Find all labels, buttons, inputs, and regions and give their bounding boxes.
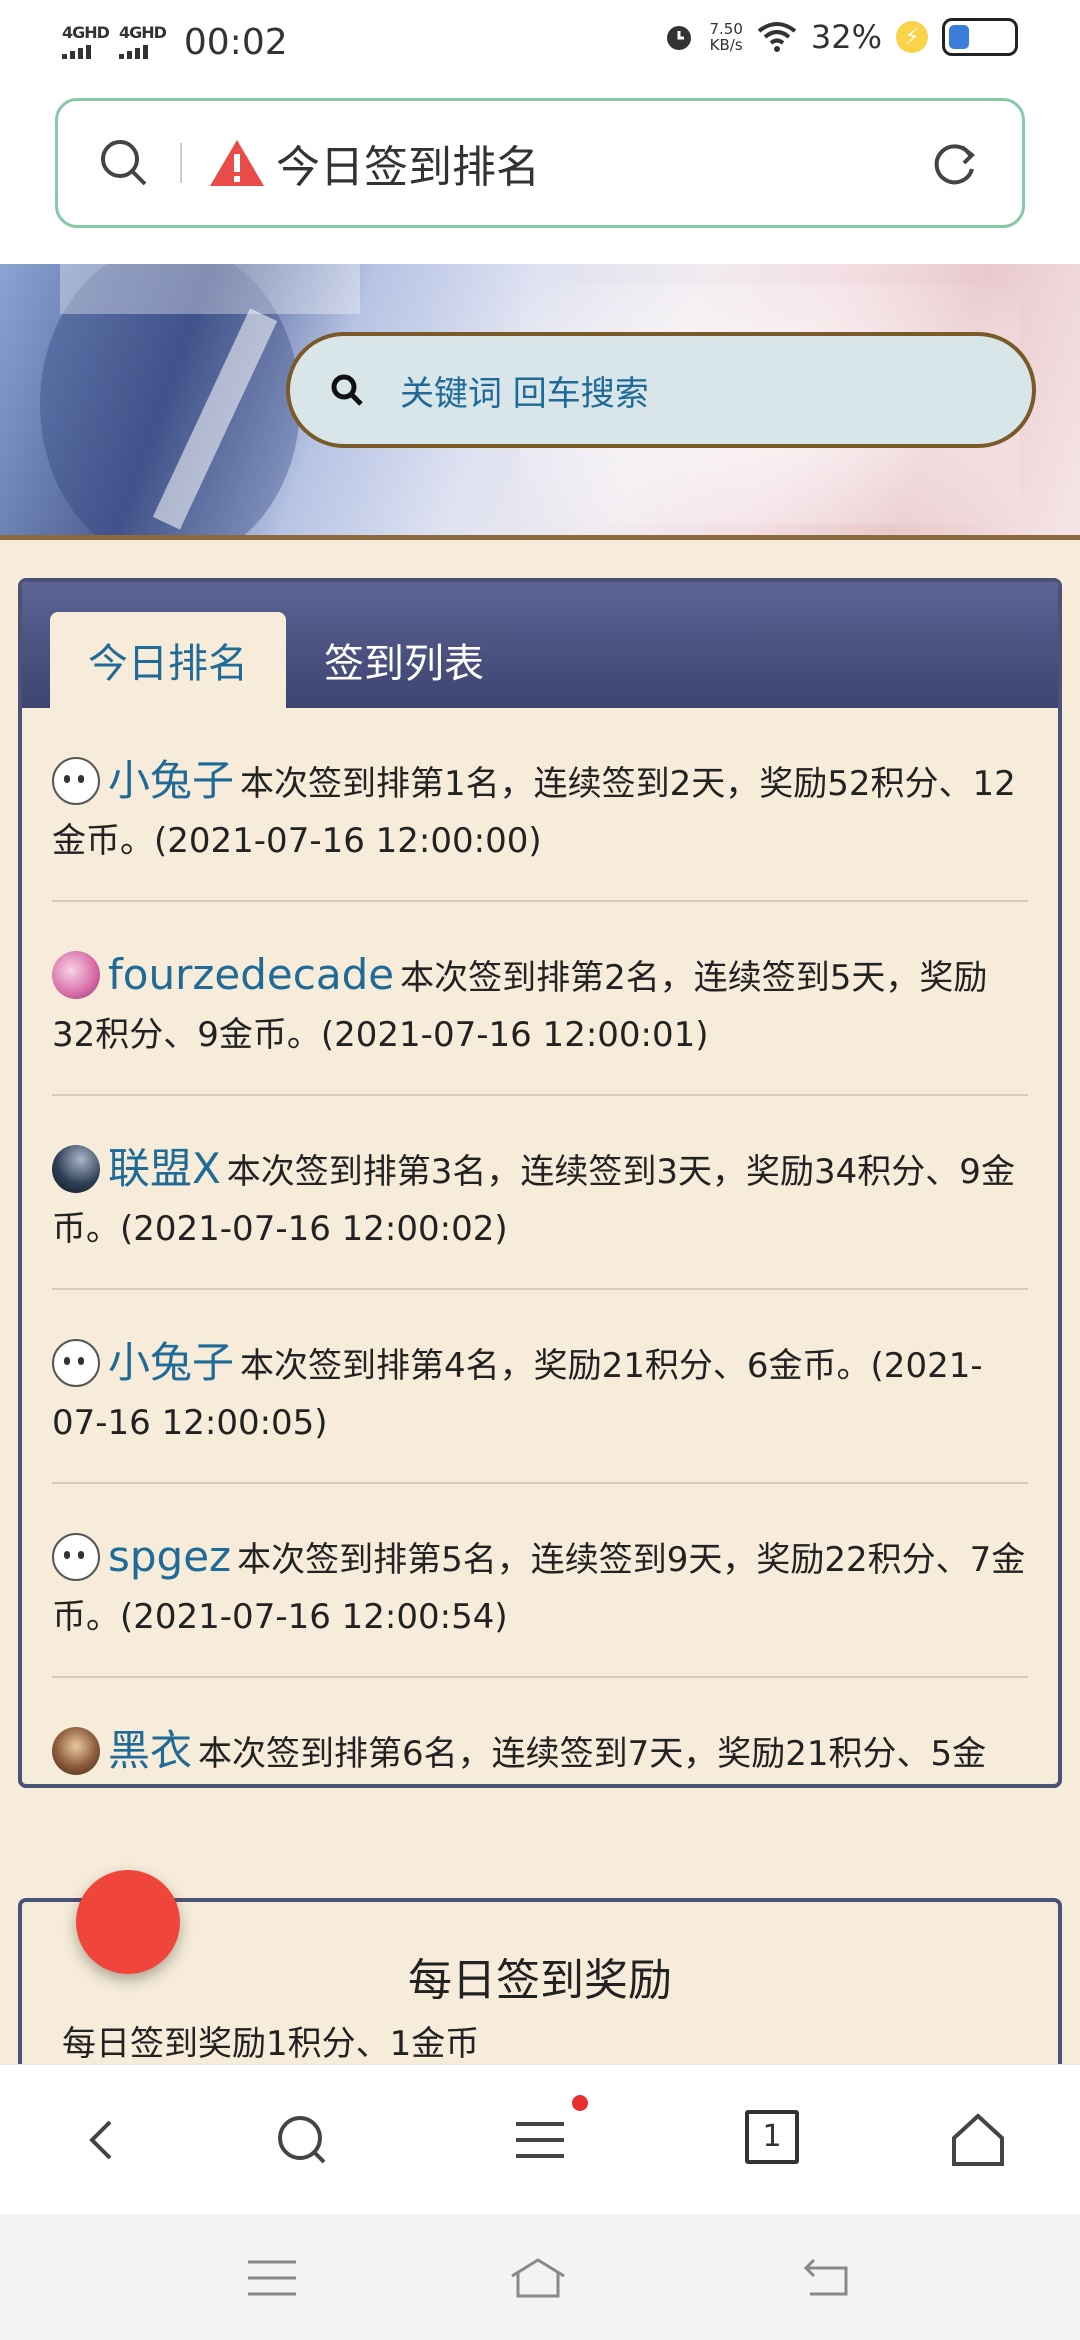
avatar[interactable] bbox=[52, 1339, 100, 1387]
ranking-list: 小兔子 本次签到排第1名，连续签到2天，奖励52积分、12金币。(2021-07-… bbox=[22, 708, 1058, 1784]
back-icon[interactable] bbox=[796, 2254, 856, 2302]
list-item: 小兔子 本次签到排第1名，连续签到2天，奖励52积分、12金币。(2021-07-… bbox=[52, 708, 1028, 902]
address-bar[interactable]: 今日签到排名 bbox=[55, 98, 1025, 228]
warning-icon bbox=[210, 140, 264, 186]
avatar[interactable] bbox=[52, 1145, 100, 1193]
checkin-text: 本次签到排第6名，连续签到7天，奖励21积分、5金币。(2021-07-16 1… bbox=[198, 1734, 987, 1774]
browser-bottom-nav: 1 bbox=[0, 2064, 1080, 2214]
username-link[interactable]: spgez bbox=[108, 1532, 231, 1581]
tab-count: 1 bbox=[745, 2110, 799, 2164]
avatar[interactable] bbox=[52, 1533, 100, 1581]
tabs-button[interactable]: 1 bbox=[745, 2110, 805, 2170]
page-title[interactable]: 今日签到排名 bbox=[276, 131, 926, 195]
list-item: spgez 本次签到排第5名，连续签到9天，奖励22积分、7金币。(2021-07… bbox=[52, 1484, 1028, 1678]
avatar[interactable] bbox=[52, 951, 100, 999]
site-search-input[interactable]: 关键词 回车搜索 bbox=[286, 332, 1036, 448]
floating-action-button[interactable] bbox=[76, 1870, 180, 1974]
tab-bar: 今日排名 签到列表 bbox=[22, 582, 1058, 708]
divider bbox=[180, 143, 182, 183]
recent-apps-icon[interactable] bbox=[242, 2254, 302, 2302]
network-type: 4GHD bbox=[118, 23, 167, 42]
list-item: fourzedecade 本次签到排第2名，连续签到5天，奖励32积分、9金币。(… bbox=[52, 902, 1028, 1096]
charging-icon: ⚡ bbox=[896, 21, 928, 53]
browser-top-bar: 今日签到排名 bbox=[0, 84, 1080, 264]
ranking-card: 今日排名 签到列表 小兔子 本次签到排第1名，连续签到2天，奖励52积分、12金币… bbox=[18, 578, 1062, 1788]
system-nav-bar bbox=[0, 2214, 1080, 2340]
home-icon[interactable] bbox=[948, 2110, 1008, 2170]
search-icon[interactable] bbox=[98, 137, 150, 189]
refresh-icon[interactable] bbox=[926, 135, 982, 191]
signal-icon: 4GHD bbox=[62, 23, 110, 59]
search-icon bbox=[331, 374, 363, 406]
notification-dot bbox=[572, 2095, 588, 2111]
reward-title: 每日签到奖励 bbox=[408, 1955, 672, 2006]
battery-icon bbox=[942, 18, 1018, 56]
clock: 00:02 bbox=[183, 21, 288, 63]
network-speed: 7.50 KB/s bbox=[709, 20, 743, 54]
back-icon[interactable] bbox=[72, 2110, 132, 2170]
username-link[interactable]: 小兔子 bbox=[108, 1338, 234, 1387]
banner-art bbox=[60, 264, 360, 314]
header-banner: 关键词 回车搜索 bbox=[0, 264, 1080, 540]
avatar[interactable] bbox=[52, 1727, 100, 1775]
home-icon[interactable] bbox=[508, 2254, 568, 2302]
username-link[interactable]: 联盟X bbox=[108, 1144, 221, 1193]
wifi-icon bbox=[757, 22, 797, 52]
tab-checkin-list[interactable]: 签到列表 bbox=[286, 612, 522, 708]
signal-icon: 4GHD bbox=[118, 23, 167, 59]
search-icon[interactable] bbox=[272, 2110, 332, 2170]
list-item: 小兔子 本次签到排第4名，奖励21积分、6金币。(2021-07-16 12:00… bbox=[52, 1290, 1028, 1484]
list-item: 联盟X 本次签到排第3名，连续签到3天，奖励34积分、9金币。(2021-07-1… bbox=[52, 1096, 1028, 1290]
reward-description: 每日签到奖励1积分、1金币 bbox=[62, 2024, 480, 2064]
username-link[interactable]: fourzedecade bbox=[108, 950, 394, 999]
search-placeholder: 关键词 回车搜索 bbox=[400, 373, 649, 414]
status-bar: 4GHD 4GHD 00:02 7.50 KB/s 32% ⚡ bbox=[0, 0, 1080, 84]
menu-icon[interactable] bbox=[510, 2110, 570, 2170]
avatar[interactable] bbox=[52, 757, 100, 805]
username-link[interactable]: 小兔子 bbox=[108, 756, 234, 805]
battery-percent: 32% bbox=[810, 18, 882, 56]
list-item: 黑衣本次签到排第6名，连续签到7天，奖励21积分、5金币。(2021-07-16… bbox=[52, 1678, 1028, 1784]
username-link[interactable]: 黑衣 bbox=[108, 1726, 192, 1775]
tab-today-ranking[interactable]: 今日排名 bbox=[50, 612, 286, 708]
alarm-icon bbox=[667, 26, 692, 50]
network-type: 4GHD bbox=[62, 23, 110, 42]
